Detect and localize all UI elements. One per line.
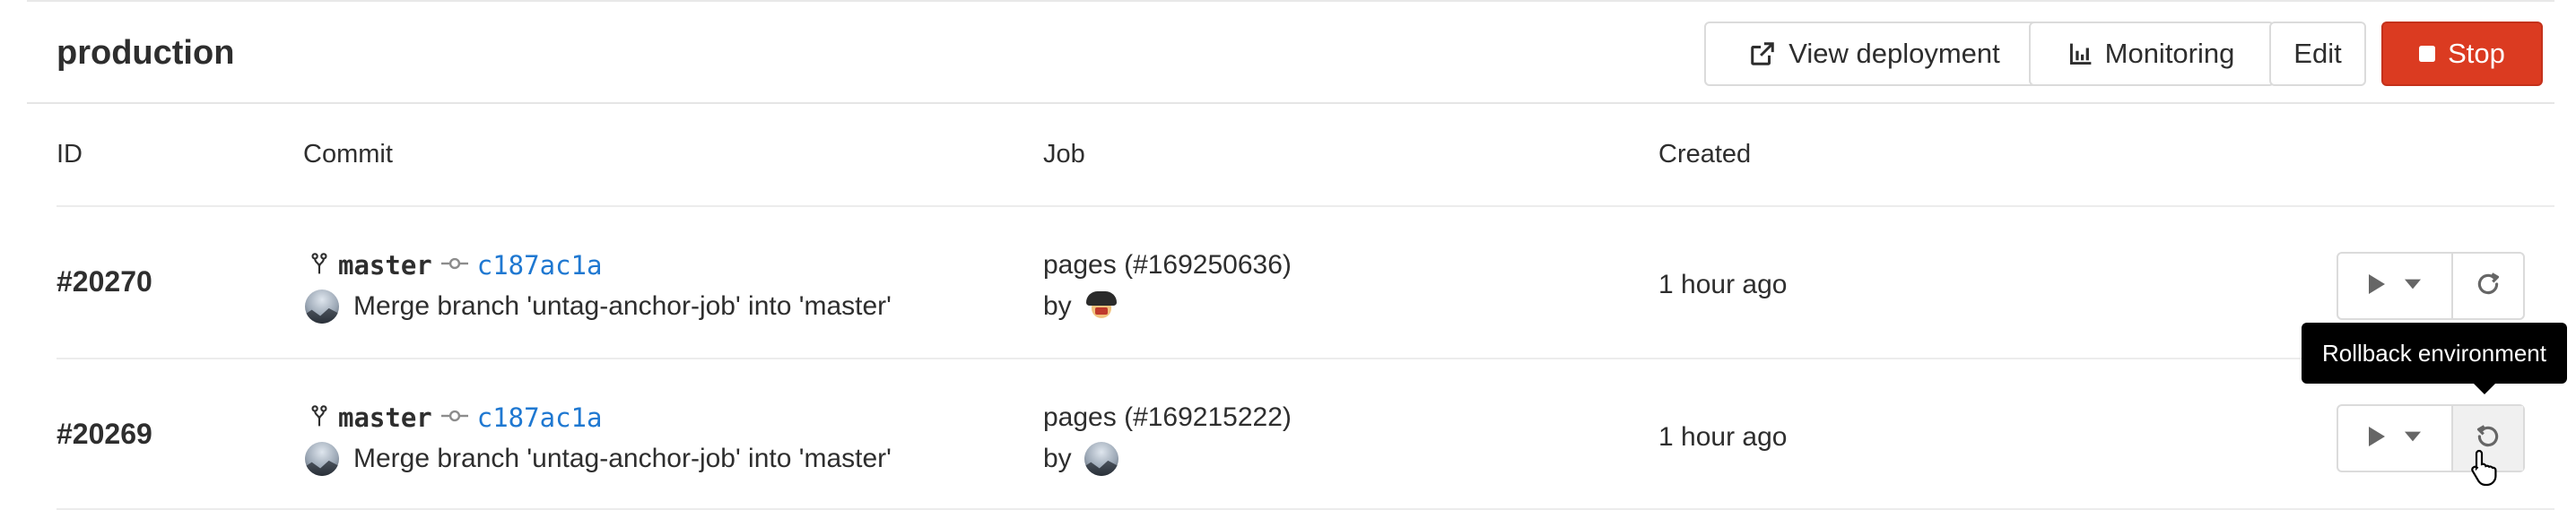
caret-down-icon <box>2405 278 2421 294</box>
branch-icon <box>309 404 329 432</box>
edit-label: Edit <box>2293 38 2342 69</box>
branch-link[interactable]: master <box>338 250 432 281</box>
by-label: by <box>1043 444 1072 473</box>
commit-sha-link[interactable]: c187ac1a <box>477 250 603 281</box>
stop-button[interactable]: Stop <box>2381 22 2543 86</box>
edit-button[interactable]: Edit <box>2269 22 2366 86</box>
retry-button[interactable] <box>2453 254 2523 318</box>
deployment-actions <box>2337 252 2525 320</box>
caret-down-icon <box>2405 430 2421 446</box>
monitoring-button[interactable]: Monitoring <box>2029 22 2275 86</box>
job-triggered-by: by <box>1043 290 1118 324</box>
environment-title: production <box>57 34 235 72</box>
view-deployment-label: View deployment <box>1788 38 2000 69</box>
column-header-commit: Commit <box>303 140 393 169</box>
rollback-tooltip: Rollback environment <box>2302 323 2567 384</box>
by-label: by <box>1043 291 1072 321</box>
view-deployment-button[interactable]: View deployment <box>1704 22 2045 86</box>
column-header-job: Job <box>1043 140 1085 169</box>
stop-icon <box>2419 46 2436 62</box>
job-triggered-by: by <box>1043 442 1118 476</box>
play-icon <box>2369 426 2385 451</box>
commit-ref: master c187ac1a <box>309 250 602 281</box>
deployment-id: #20269 <box>57 418 152 450</box>
user-avatar[interactable] <box>1083 442 1118 476</box>
play-dropdown-button[interactable] <box>2338 254 2453 318</box>
table-row: #20269 master c187ac1a Merge branch 'unt… <box>0 359 2576 510</box>
column-header-id: ID <box>57 140 83 169</box>
commit-ref: master c187ac1a <box>309 402 602 433</box>
commit-message-line: Merge branch 'untag-anchor-job' into 'ma… <box>305 442 892 476</box>
column-header-created: Created <box>1658 140 1752 169</box>
created-time: 1 hour ago <box>1658 270 1788 299</box>
job-link[interactable]: pages (#169215222) <box>1043 402 1292 433</box>
external-link-icon <box>1749 40 1776 67</box>
hand-cursor-icon <box>2470 448 2501 490</box>
deployment-id: #20270 <box>57 265 152 298</box>
tooltip-arrow <box>2474 384 2495 394</box>
commit-message-line: Merge branch 'untag-anchor-job' into 'ma… <box>305 290 892 324</box>
environment-page: production View deployment Monitoring Ed… <box>0 0 2576 510</box>
created-time: 1 hour ago <box>1658 422 1788 452</box>
author-avatar[interactable] <box>305 442 339 476</box>
author-avatar[interactable] <box>305 290 339 324</box>
commit-icon <box>440 409 468 428</box>
commit-message-link[interactable]: Merge branch 'untag-anchor-job' into 'ma… <box>353 291 892 322</box>
chart-icon <box>2069 42 2093 65</box>
table-row: #20270 master c187ac1a Merge branch 'unt… <box>0 207 2576 358</box>
user-avatar[interactable] <box>1083 290 1118 324</box>
environment-header: production View deployment Monitoring Ed… <box>27 2 2554 104</box>
play-dropdown-button[interactable] <box>2338 406 2453 471</box>
commit-sha-link[interactable]: c187ac1a <box>477 402 603 433</box>
branch-link[interactable]: master <box>338 402 432 433</box>
branch-icon <box>309 252 329 280</box>
play-icon <box>2369 273 2385 298</box>
job-link[interactable]: pages (#169250636) <box>1043 250 1292 281</box>
commit-icon <box>440 256 468 275</box>
monitoring-label: Monitoring <box>2104 38 2235 69</box>
commit-message-link[interactable]: Merge branch 'untag-anchor-job' into 'ma… <box>353 444 892 474</box>
retry-icon <box>2476 272 2501 301</box>
stop-label: Stop <box>2448 38 2505 69</box>
